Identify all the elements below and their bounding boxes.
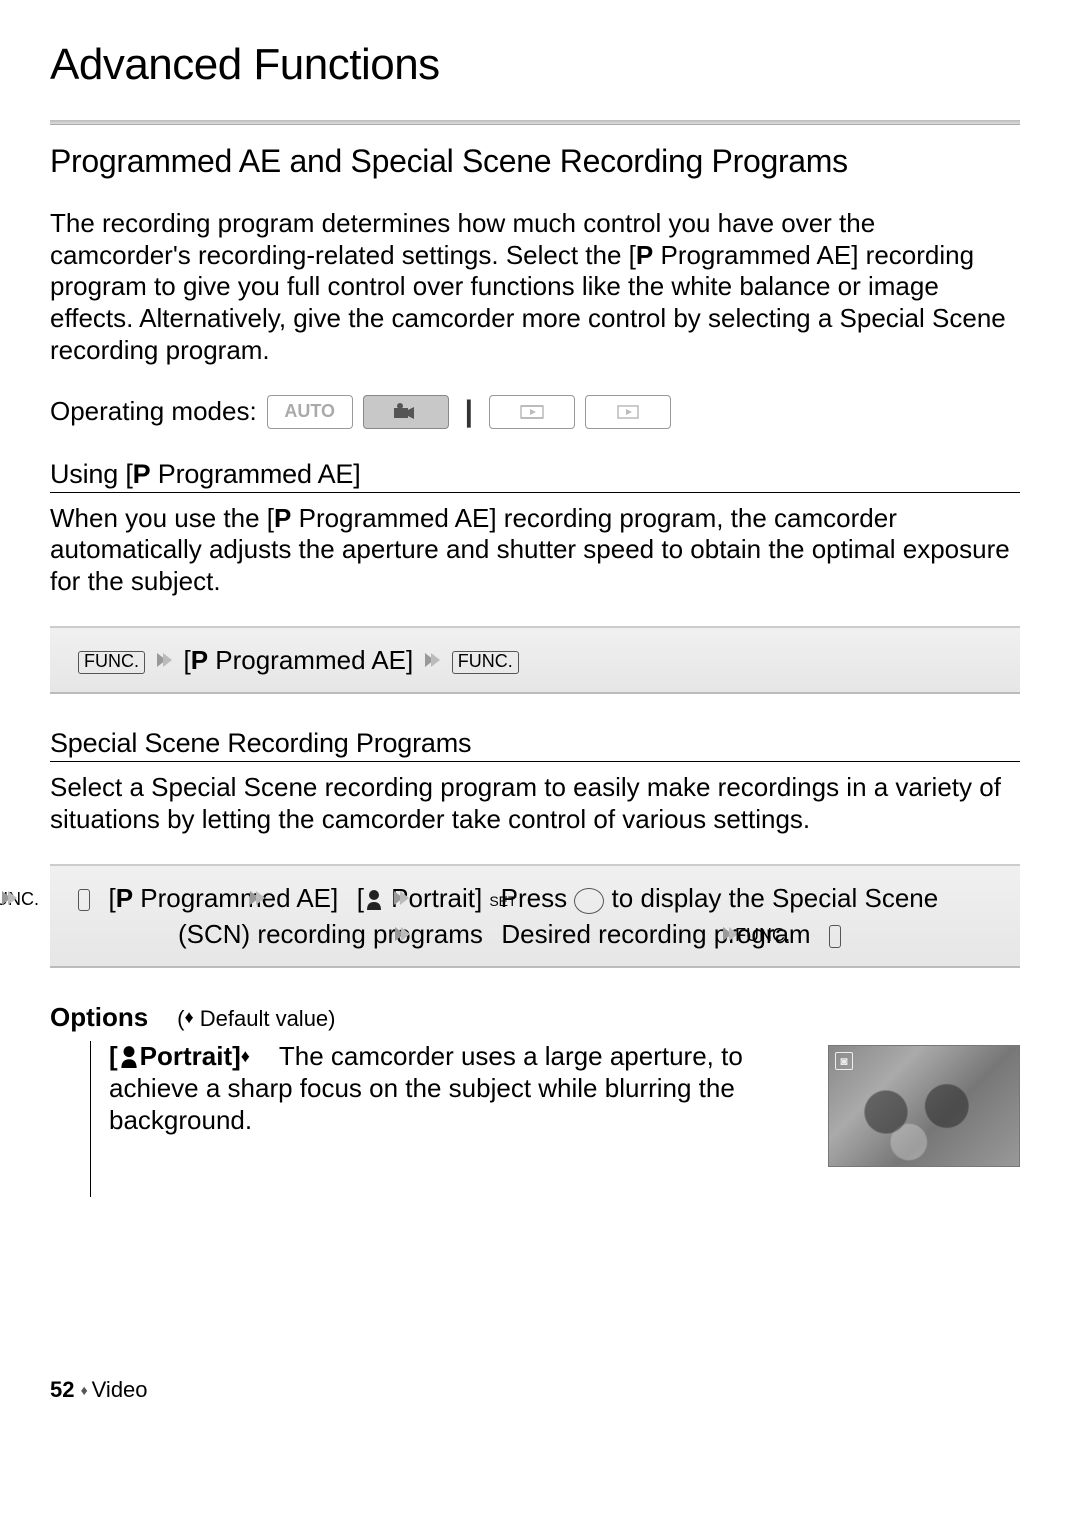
option-portrait-text: [Portrait]♦ The camcorder uses a large a… xyxy=(109,1041,808,1136)
mode-playback-photo xyxy=(585,395,671,429)
portrait-icon xyxy=(364,888,384,910)
operating-modes-row: Operating modes: AUTO | xyxy=(50,395,1020,429)
section-divider xyxy=(50,120,1020,125)
scn-heading: Special Scene Recording Programs xyxy=(50,728,1020,762)
p-icon: P xyxy=(133,459,151,489)
portrait-icon xyxy=(118,1044,140,1068)
using-prefix: Using [ xyxy=(50,459,133,489)
using-heading: Using [P Programmed AE] xyxy=(50,459,1020,493)
page-number: 52 xyxy=(50,1377,74,1402)
step2-to: to xyxy=(604,883,633,913)
arrow-icon xyxy=(154,647,174,678)
func-button: FUNC. xyxy=(78,651,145,674)
diamond-icon: ♦ xyxy=(241,1046,250,1066)
set-button: SET xyxy=(574,888,604,914)
using-paragraph: When you use the [P Programmed AE] recor… xyxy=(50,503,1020,598)
mode-record-video xyxy=(363,395,449,429)
options-label: Options xyxy=(50,1002,148,1032)
footer-section: Video xyxy=(92,1377,148,1402)
mode-separator: | xyxy=(465,395,473,429)
steps-box-1: FUNC. [P Programmed AE] FUNC. xyxy=(50,626,1020,694)
func-button: FUNC. xyxy=(829,925,841,948)
portrait-label: Portrait] xyxy=(140,1041,241,1071)
arrow-icon xyxy=(422,647,442,678)
operating-modes-label: Operating modes: xyxy=(50,396,257,427)
diamond-icon: ♦ xyxy=(184,1007,193,1027)
p-icon: P xyxy=(191,645,208,675)
portrait-thumbnail: ◙ xyxy=(828,1045,1020,1167)
mode-playback-video xyxy=(489,395,575,429)
mode-auto: AUTO xyxy=(267,395,353,429)
step1-text: Programmed AE] xyxy=(208,645,413,675)
func-button: FUNC. xyxy=(452,651,519,674)
diamond-icon: ♦ xyxy=(81,1382,92,1398)
chapter-title: Advanced Functions xyxy=(50,40,1020,90)
p-icon: P xyxy=(636,240,653,270)
film-play-icon xyxy=(519,403,545,421)
page-footer: 52 ♦ Video xyxy=(50,1377,1020,1403)
using-suffix: Programmed AE] xyxy=(150,459,360,489)
scn-paragraph: Select a Special Scene recording program… xyxy=(50,772,1020,835)
section-heading: Programmed AE and Special Scene Recordin… xyxy=(50,143,1020,180)
func-button: FUNC. xyxy=(78,889,90,912)
p-icon: P xyxy=(274,503,291,533)
using-text-before: When you use the [ xyxy=(50,503,274,533)
thumb-portrait-icon: ◙ xyxy=(835,1052,853,1070)
steps-box-2: FUNC. [P Programmed AE] [ Portrait] Pres… xyxy=(50,864,1020,969)
intro-paragraph: The recording program determines how muc… xyxy=(50,208,1020,367)
options-row: Options (♦ Default value) xyxy=(50,1002,1020,1033)
step2-prog: Programmed AE] xyxy=(133,883,338,913)
p-icon: P xyxy=(116,883,133,913)
camcorder-icon xyxy=(392,402,420,422)
option-portrait: [Portrait]♦ The camcorder uses a large a… xyxy=(90,1041,1020,1197)
photo-play-icon xyxy=(615,403,641,421)
default-note: Default value) xyxy=(194,1006,336,1031)
